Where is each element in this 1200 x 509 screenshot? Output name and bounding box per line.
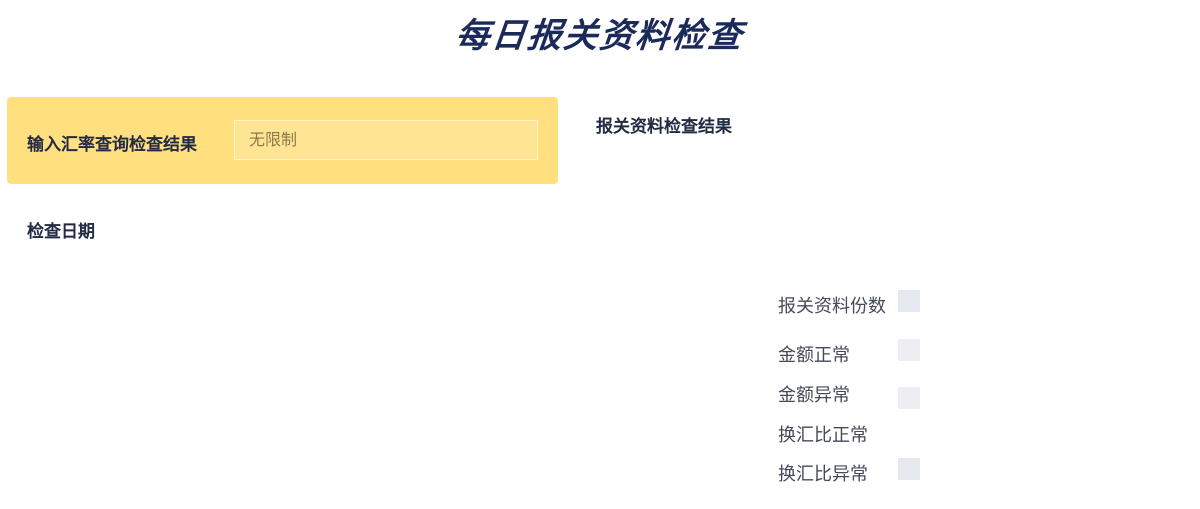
legend-label: 金额正常: [778, 345, 850, 366]
exchange-rate-filter-input[interactable]: 无限制: [234, 120, 538, 160]
legend-swatch: [898, 339, 920, 361]
legend-swatch: [898, 290, 920, 312]
result-chart-title: 报关资料检查结果: [596, 117, 732, 137]
legend-label: 换汇比异常: [778, 464, 868, 485]
legend-item-amount-normal[interactable]: 金额正常: [778, 337, 928, 366]
legend-item-exchange-ratio-normal[interactable]: 换汇比正常: [778, 417, 928, 446]
legend-label: 换汇比正常: [778, 425, 868, 446]
legend-label: 报关资料份数: [778, 296, 886, 317]
legend-swatch: [898, 387, 920, 409]
legend-swatch: [898, 458, 920, 480]
page-title: 每日报关资料检查: [453, 16, 746, 56]
legend-label: 金额异常: [778, 385, 850, 406]
legend-swatch: [898, 419, 920, 441]
page: 每日报关资料检查 输入汇率查询检查结果 无限制 报关资料检查结果 检查日期 报关…: [0, 0, 1200, 509]
filter-label: 输入汇率查询检查结果: [27, 135, 197, 155]
legend-item-amount-abnormal[interactable]: 金额异常: [778, 377, 928, 409]
check-date-label: 检查日期: [27, 222, 95, 242]
legend-item-document-count[interactable]: 报关资料份数: [778, 288, 928, 317]
filter-panel: 输入汇率查询检查结果 无限制: [7, 97, 558, 184]
legend-item-exchange-ratio-abnormal[interactable]: 换汇比异常: [778, 456, 928, 485]
